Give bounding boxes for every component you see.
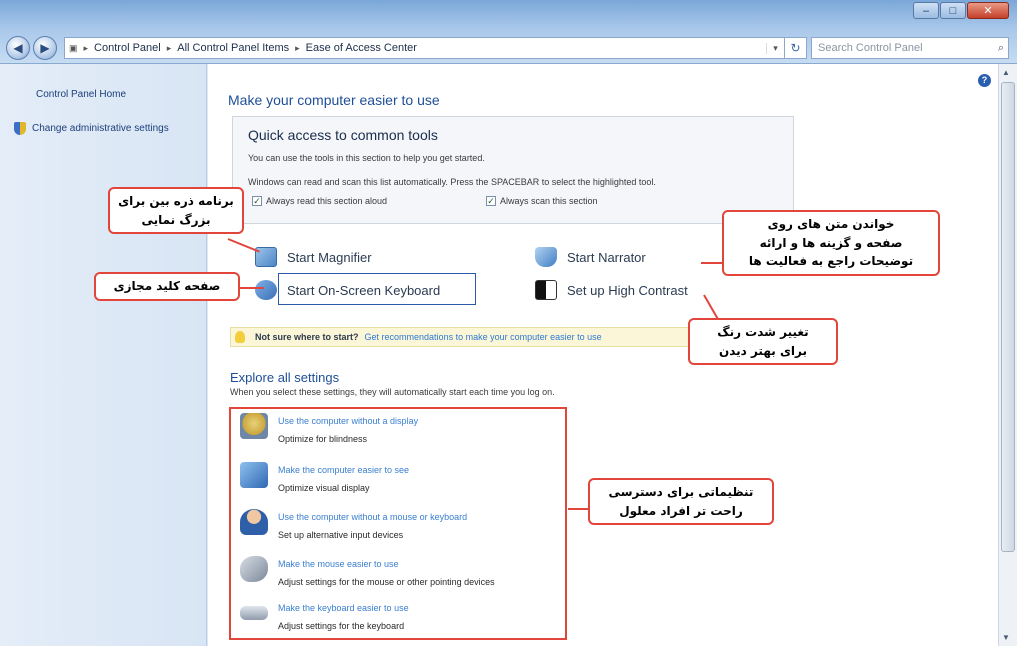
refresh-button[interactable]: ↻	[785, 37, 807, 59]
start-osk-button[interactable]: Start On-Screen Keyboard	[255, 280, 440, 300]
callout-arrow	[701, 262, 723, 264]
address-bar[interactable]: ▣ ▸ Control Panel ▸ All Control Panel It…	[64, 37, 785, 59]
high-contrast-button[interactable]: Set up High Contrast	[535, 280, 688, 300]
start-narrator-button[interactable]: Start Narrator	[535, 247, 646, 267]
vertical-scrollbar[interactable]: ▲ ▼	[998, 64, 1017, 646]
help-icon[interactable]: ?	[978, 74, 991, 87]
checkbox-scan-label: Always scan this section	[500, 196, 598, 206]
scroll-thumb[interactable]	[1001, 82, 1015, 552]
explore-settings-title: Explore all settings	[230, 370, 340, 385]
checkbox-checked-icon: ✓	[486, 196, 496, 206]
quick-access-title: Quick access to common tools	[248, 127, 438, 143]
breadcrumb-ease-of-access[interactable]: Ease of Access Center	[306, 42, 417, 54]
maximize-button[interactable]: □	[940, 2, 966, 19]
search-icon[interactable]: ⌕	[998, 42, 1004, 55]
checkbox-checked-icon: ✓	[252, 196, 262, 206]
callout-arrow	[568, 508, 590, 510]
search-input[interactable]: Search Control Panel ⌕	[811, 37, 1009, 59]
not-sure-text: Not sure where to start?	[255, 332, 359, 342]
keyboard-icon	[255, 280, 277, 300]
checkbox-scan[interactable]: ✓ Always scan this section	[486, 196, 598, 206]
sidebar-admin-label: Change administrative settings	[32, 123, 169, 134]
callout-arrow	[240, 287, 264, 289]
start-narrator-label: Start Narrator	[567, 249, 646, 265]
start-magnifier-label: Start Magnifier	[287, 249, 372, 265]
quick-access-intro: You can use the tools in this section to…	[248, 153, 485, 163]
minimize-button[interactable]: –	[913, 2, 939, 19]
shield-icon	[14, 122, 26, 135]
breadcrumb-control-panel[interactable]: Control Panel	[94, 42, 161, 54]
narrator-icon	[535, 247, 557, 267]
breadcrumb-arrow-icon: ▸	[83, 42, 89, 53]
caption-buttons: – □ ✕	[912, 2, 1009, 19]
callout-contrast: تغییر شدت رنگ برای بهتر دیدن	[688, 318, 838, 366]
callout-magnifier: برنامه ذره بین برای بزرگ نمایی	[108, 187, 244, 235]
breadcrumb-arrow-icon: ▸	[166, 42, 172, 53]
callout-settings: تنظیماتی برای دسترسی راحت تر افراد معلول	[588, 478, 774, 526]
high-contrast-label: Set up High Contrast	[567, 282, 688, 298]
callout-osk: صفحه کلید مجازی	[94, 272, 240, 301]
start-osk-label: Start On-Screen Keyboard	[287, 282, 441, 298]
lightbulb-icon	[235, 331, 245, 343]
recommendations-link[interactable]: Get recommendations to make your compute…	[365, 332, 602, 342]
left-pane: Control Panel Home Change administrative…	[0, 64, 207, 646]
start-magnifier-button[interactable]: Start Magnifier	[255, 247, 372, 267]
address-dropdown-icon[interactable]: ▾	[766, 42, 784, 54]
checkbox-read-aloud[interactable]: ✓ Always read this section aloud	[252, 196, 387, 206]
settings-highlight-frame	[229, 407, 567, 640]
recommendation-bar: Not sure where to start? Get recommendat…	[230, 327, 750, 347]
contrast-icon	[535, 280, 557, 300]
sidebar-link-home[interactable]: Control Panel Home	[36, 89, 126, 100]
page-title: Make your computer easier to use	[228, 92, 440, 108]
quick-access-instructions: Windows can read and scan this list auto…	[248, 177, 656, 187]
scroll-up-icon[interactable]: ▲	[1002, 68, 1010, 77]
navigation-bar: ◀ ▶ ▣ ▸ Control Panel ▸ All Control Pane…	[6, 36, 1009, 60]
sidebar-link-admin-settings[interactable]: Change administrative settings	[14, 122, 169, 135]
back-button[interactable]: ◀	[6, 36, 30, 60]
scroll-down-icon[interactable]: ▼	[1002, 633, 1010, 642]
control-panel-icon: ▣	[69, 42, 78, 53]
breadcrumb-arrow-icon: ▸	[295, 42, 300, 53]
forward-button[interactable]: ▶	[33, 36, 57, 60]
checkbox-read-aloud-label: Always read this section aloud	[266, 196, 388, 206]
breadcrumb-all-items[interactable]: All Control Panel Items	[177, 42, 289, 54]
search-placeholder: Search Control Panel	[818, 42, 923, 54]
close-button[interactable]: ✕	[967, 2, 1009, 19]
callout-narrator: خواندن متن های روی صفحه و گزینه ها و ارا…	[722, 210, 940, 276]
explore-settings-subtitle: When you select these settings, they wil…	[230, 387, 555, 397]
window-titlebar: – □ ✕ ◀ ▶ ▣ ▸ Control Panel ▸ All Contro…	[0, 0, 1017, 64]
